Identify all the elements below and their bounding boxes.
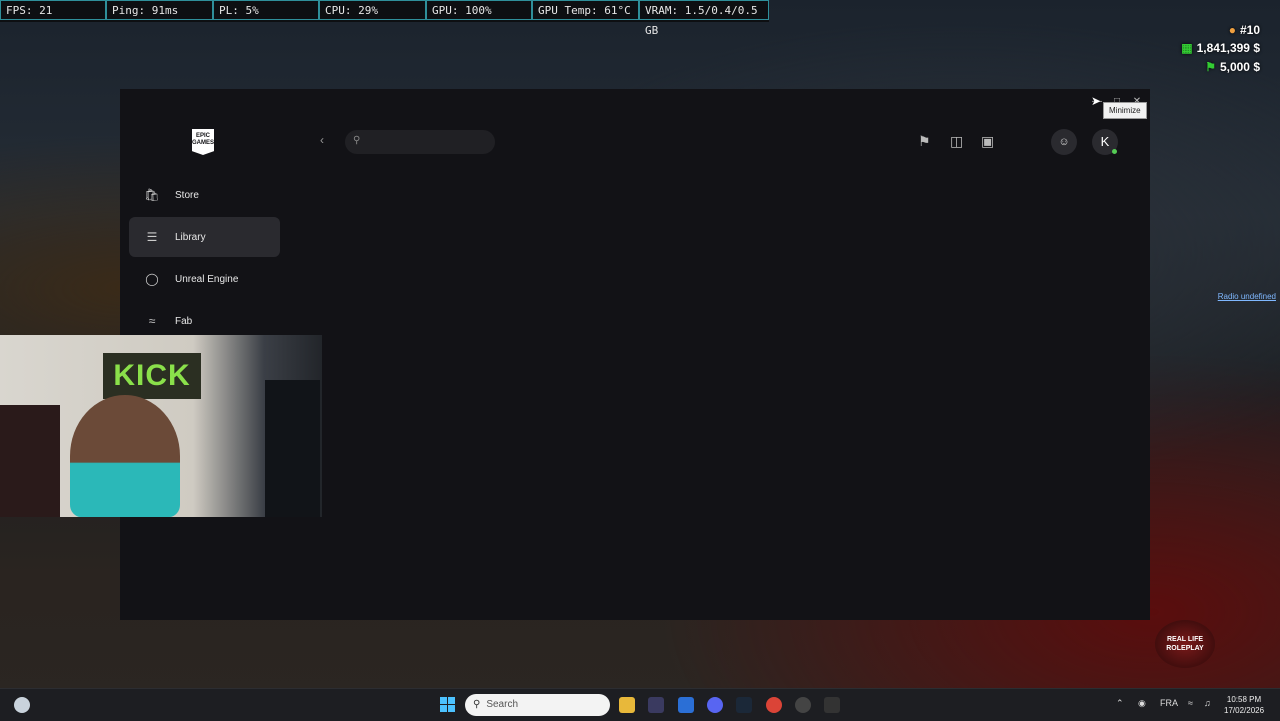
sidebar-item-label: Unreal Engine: [175, 273, 239, 285]
cash-icon: ▦: [1181, 41, 1193, 55]
game-launcher-icon[interactable]: [795, 697, 811, 713]
cash-display: ▦ 1,841,399 $: [1181, 41, 1260, 55]
mail-icon[interactable]: [678, 697, 694, 713]
streamer: [70, 395, 180, 517]
player-rank: ● #10: [1228, 23, 1260, 37]
wifi-icon[interactable]: ≈: [1188, 698, 1193, 708]
sidebar-item-library[interactable]: ☰ Library: [129, 217, 280, 257]
kick-sign: KICK: [103, 353, 201, 399]
fab-icon: ≈: [148, 314, 156, 328]
server-logo: REAL LIFE ROLEPLAY: [1155, 620, 1215, 668]
wishlist-bookmark-icon[interactable]: ⚑: [918, 133, 931, 150]
sidebar-item-unreal-engine[interactable]: ◯ Unreal Engine: [129, 259, 280, 299]
bank-icon: ⚑: [1205, 60, 1216, 74]
back-arrow-icon[interactable]: ‹: [320, 133, 324, 147]
store-app-icon[interactable]: [648, 697, 664, 713]
radio-link[interactable]: Radio undefined: [1218, 292, 1276, 301]
sidebar-item-store[interactable]: 🛍 Store: [129, 175, 280, 215]
search-input[interactable]: ⚲: [345, 130, 495, 154]
file-explorer-icon[interactable]: [619, 697, 635, 713]
search-icon: ⚲: [473, 699, 481, 710]
vram-readout: VRAM: 1.5/0.4/0.5 GB: [639, 0, 769, 37]
epic-games-logo[interactable]: EPIC GAMES: [192, 129, 214, 155]
sidebar-item-label: Store: [175, 189, 199, 201]
gaming-chair: [0, 405, 60, 517]
cart-icon[interactable]: ▣: [981, 133, 994, 150]
pc-tower: [265, 380, 320, 517]
gpu-readout: GPU: 100%: [426, 0, 532, 20]
friends-icon[interactable]: ☺: [1051, 129, 1077, 155]
volume-icon[interactable]: ♫: [1204, 698, 1211, 708]
sidebar-item-label: Fab: [175, 315, 193, 327]
unreal-engine-icon: ◯: [145, 272, 159, 286]
bank-display: ⚑ 5,000 $: [1205, 60, 1260, 74]
steam-icon[interactable]: [736, 697, 752, 713]
gift-icon[interactable]: ◫: [950, 133, 963, 150]
store-bag-icon: 🛍: [144, 188, 160, 202]
packet-loss-readout: PL: 5%: [213, 0, 319, 20]
fps-readout: FPS: 21: [0, 0, 106, 20]
online-status-dot: [1112, 149, 1117, 154]
performance-overlay: FPS: 21 Ping: 91ms PL: 5% CPU: 29% GPU: …: [0, 0, 769, 37]
windows-taskbar: ⚲ Search ⌃ ◉ FRA ≈ ♫ 10:58 PM 17/02/2026: [0, 688, 1280, 721]
avatar[interactable]: K: [1092, 129, 1118, 155]
gpu-temp-readout: GPU Temp: 61°C: [532, 0, 639, 20]
library-icon: ☰: [146, 230, 158, 244]
weather-widget-icon[interactable]: [14, 697, 30, 713]
minimize-tooltip: Minimize: [1103, 102, 1147, 119]
microphone-icon[interactable]: ◉: [1138, 698, 1146, 709]
start-button[interactable]: [440, 697, 455, 712]
cpu-readout: CPU: 29%: [319, 0, 426, 20]
sidebar-item-label: Library: [175, 231, 206, 243]
tray-overflow-icon[interactable]: ⌃: [1116, 698, 1124, 709]
discord-icon[interactable]: [707, 697, 723, 713]
search-icon: ⚲: [353, 135, 361, 146]
chrome-icon[interactable]: [766, 697, 782, 713]
taskbar-search[interactable]: ⚲ Search: [465, 694, 610, 716]
mouse-cursor-icon: ➤: [1091, 94, 1102, 108]
webcam-overlay: KICK: [0, 335, 322, 517]
epic-games-taskbar-icon[interactable]: [824, 697, 840, 713]
player-icon: ●: [1228, 23, 1236, 37]
system-clock[interactable]: 10:58 PM 17/02/2026: [1224, 694, 1264, 716]
language-indicator[interactable]: FRA: [1160, 698, 1178, 708]
ping-readout: Ping: 91ms: [106, 0, 213, 20]
